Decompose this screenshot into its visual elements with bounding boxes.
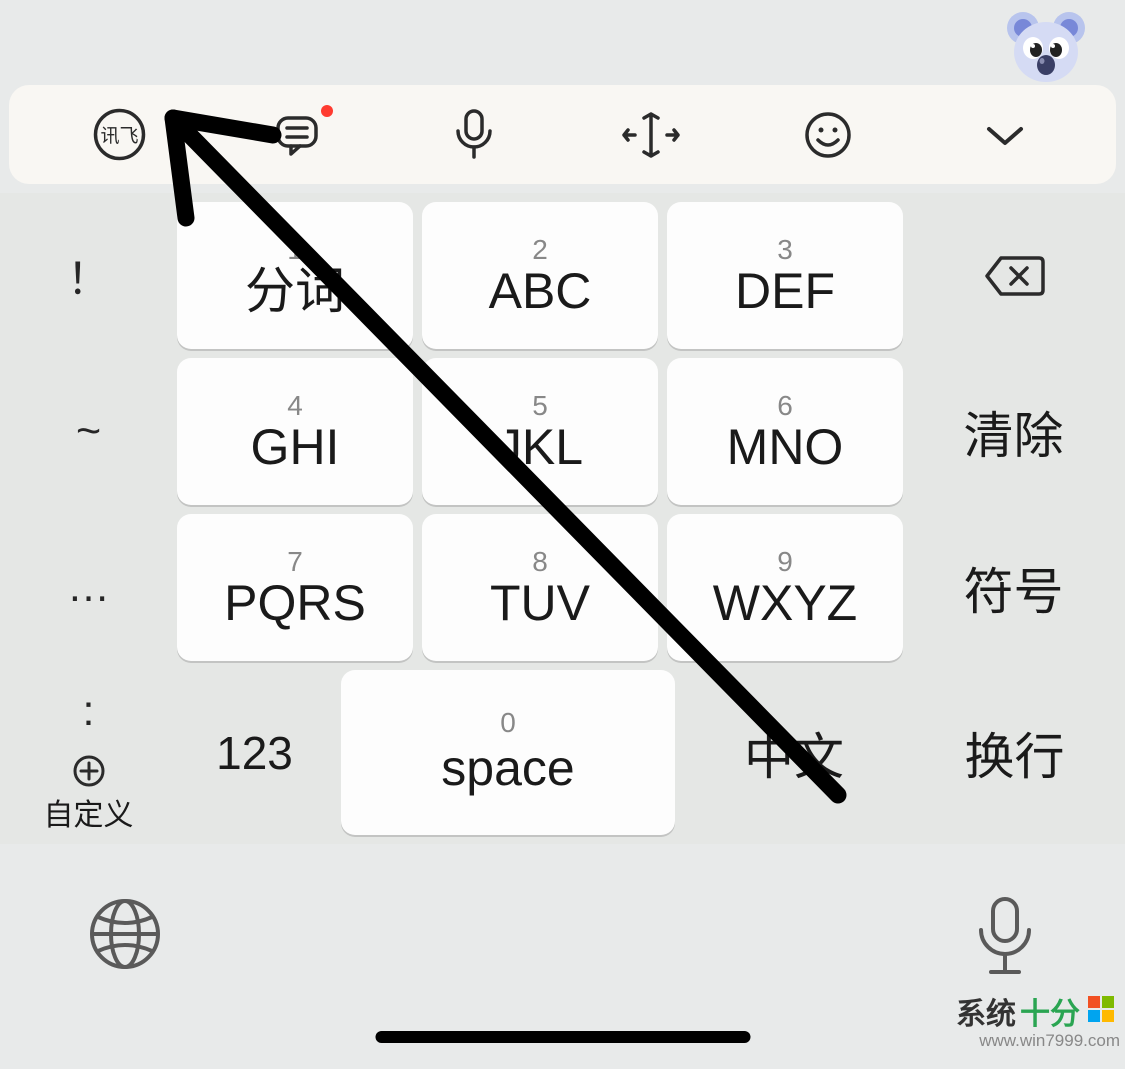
assistant-avatar[interactable] [1005, 10, 1087, 85]
svg-text:讯飞: 讯飞 [101, 125, 139, 147]
space-key[interactable]: 0space [341, 670, 675, 835]
plus-circle-icon [72, 754, 106, 788]
key-6-mno[interactable]: 6MNO [667, 358, 903, 505]
notification-dot-icon [321, 105, 333, 117]
key-8-tuv[interactable]: 8TUV [422, 514, 658, 661]
cursor-move-button[interactable] [563, 85, 740, 184]
system-dictation-button[interactable] [970, 894, 1040, 984]
numeric-switch-key[interactable]: 123 [177, 670, 332, 835]
emoji-button[interactable] [740, 85, 917, 184]
language-switch-key[interactable]: 中文 [684, 670, 904, 835]
key-9-wxyz[interactable]: 9WXYZ [667, 514, 903, 661]
svg-text:十分: 十分 [1020, 998, 1080, 1031]
backspace-key[interactable] [912, 202, 1115, 349]
collapse-keyboard-button[interactable] [917, 85, 1094, 184]
key-2-abc[interactable]: 2ABC [422, 202, 658, 349]
messages-button[interactable] [208, 85, 385, 184]
svg-text:www.win7999.com: www.win7999.com [978, 1031, 1120, 1050]
keyboard-bottom-row: : 自定义 123 0space 中文 换行 [9, 670, 1116, 835]
customize-button[interactable]: 自定义 [9, 753, 168, 836]
punct-key-exclaim[interactable]: ！ [9, 202, 168, 349]
keyboard-toolbar: 讯飞 [9, 85, 1116, 184]
svg-text:系统: 系统 [956, 997, 1016, 1031]
punct-key-colon[interactable]: : [9, 670, 168, 753]
left-bottom-stack: : 自定义 [9, 670, 168, 835]
key-5-jkl[interactable]: 5JKL [422, 358, 658, 505]
clear-key[interactable]: 清除 [912, 358, 1115, 505]
key-3-def[interactable]: 3DEF [667, 202, 903, 349]
voice-input-button[interactable] [385, 85, 562, 184]
enter-key[interactable]: 换行 [913, 670, 1116, 835]
symbols-key[interactable]: 符号 [912, 514, 1115, 661]
punct-key-ellipsis[interactable]: … [9, 514, 168, 661]
home-indicator[interactable] [375, 1031, 750, 1043]
globe-keyboard-switch[interactable] [85, 894, 165, 979]
key-4-ghi[interactable]: 4GHI [177, 358, 413, 505]
backspace-icon [983, 254, 1045, 298]
punct-key-tilde[interactable]: ~ [9, 358, 168, 505]
watermark: 系统 十分 www.win7999.com [950, 992, 1125, 1069]
key-7-pqrs[interactable]: 7PQRS [177, 514, 413, 661]
key-1-fenci[interactable]: 1分词 [177, 202, 413, 349]
ime-logo-button[interactable]: 讯飞 [31, 85, 208, 184]
